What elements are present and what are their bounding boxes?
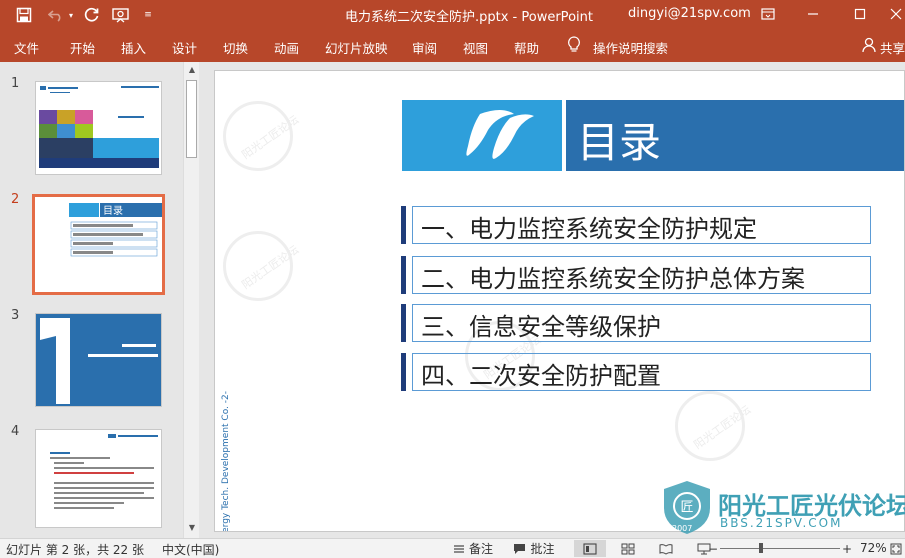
thumbnail-number: 1: [11, 76, 20, 91]
toc-bar: [401, 256, 406, 294]
company-logo-icon: [466, 110, 534, 159]
toc-text: 四、二次安全防护配置: [421, 362, 661, 390]
tab-review[interactable]: 审阅: [412, 38, 437, 57]
current-slide[interactable]: 阳光工匠论坛 阳光工匠论坛 阳光工匠论坛 阳光工匠论坛 目录 一、电力监控系统安…: [214, 70, 905, 532]
toc-bar: [401, 353, 406, 391]
tab-help[interactable]: 帮助: [514, 38, 539, 57]
share-button[interactable]: 共享: [880, 38, 905, 57]
tell-me-search[interactable]: 操作说明搜索: [593, 38, 668, 57]
toc-text: 二、电力监控系统安全防护总体方案: [421, 265, 805, 293]
lightbulb-icon: [567, 36, 581, 57]
tab-file[interactable]: 文件: [14, 38, 39, 57]
save-icon[interactable]: [14, 5, 34, 25]
thumbnail-number: 3: [11, 308, 20, 323]
customize-icon[interactable]: ≡: [142, 5, 154, 25]
notes-button[interactable]: 备注: [450, 540, 496, 557]
scroll-up-icon[interactable]: ▲: [186, 64, 198, 76]
toc-bar: [401, 304, 406, 342]
toc-text: 一、电力监控系统安全防护规定: [421, 215, 757, 243]
tab-view[interactable]: 视图: [463, 38, 488, 57]
slide-editor: 阳光工匠论坛 阳光工匠论坛 阳光工匠论坛 阳光工匠论坛 目录 一、电力监控系统安…: [202, 62, 905, 538]
tab-animations[interactable]: 动画: [274, 38, 299, 57]
status-bar: 幻灯片 第 2 张，共 22 张 中文(中国) 备注 批注 − + 72%: [0, 538, 905, 558]
comment-icon: [514, 543, 526, 554]
minimize-button[interactable]: [802, 4, 824, 24]
undo-dropdown-icon[interactable]: ▾: [66, 5, 76, 25]
normal-view-icon: [583, 542, 597, 555]
slide-sorter-button[interactable]: [614, 540, 642, 557]
toc-text: 三、信息安全等级保护: [421, 313, 661, 341]
tab-home[interactable]: 开始: [70, 38, 95, 57]
toc-item[interactable]: 一、电力监控系统安全防护规定: [401, 206, 871, 244]
slide-title: 目录: [577, 118, 662, 167]
site-url: BBS.21SPV.COM: [720, 516, 843, 530]
close-button[interactable]: [885, 4, 905, 24]
slide-counter: 幻灯片 第 2 张，共 22 张: [6, 543, 144, 557]
toc-box: 三、信息安全等级保护: [412, 304, 871, 342]
ribbon-display-icon[interactable]: [757, 4, 779, 24]
svg-text:目录: 目录: [103, 205, 123, 217]
scrollbar-thumb[interactable]: [186, 80, 197, 158]
zoom-in-button[interactable]: +: [842, 540, 852, 557]
thumbnail-slide-2[interactable]: 目录: [32, 194, 165, 295]
thumbnail-slide-3[interactable]: [35, 313, 162, 407]
title-bar: ▾ ≡ 电力系统二次安全防护.pptx - PowerPoint dingyi@…: [0, 0, 905, 30]
comments-button[interactable]: 批注: [511, 540, 557, 557]
document-title: 电力系统二次安全防护.pptx - PowerPoint: [345, 10, 593, 25]
comments-label: 批注: [530, 542, 555, 556]
zoom-out-button[interactable]: −: [708, 540, 718, 557]
thumbnail-number: 4: [11, 424, 20, 439]
person-icon[interactable]: [862, 37, 876, 56]
slide-thumbnail-pane: 1 2 目录 3 4: [0, 62, 202, 538]
tab-design[interactable]: 设计: [172, 38, 197, 57]
user-account[interactable]: dingyi@21spv.com: [628, 6, 751, 21]
tab-slideshow[interactable]: 幻灯片放映: [325, 38, 388, 57]
toc-box: 一、电力监控系统安全防护规定: [412, 206, 871, 244]
tab-insert[interactable]: 插入: [121, 38, 146, 57]
zoom-slider-knob[interactable]: [759, 543, 764, 553]
slide-sorter-icon: [621, 543, 635, 554]
reading-view-button[interactable]: [652, 540, 680, 557]
scroll-down-icon[interactable]: ▼: [186, 522, 198, 534]
normal-view-button[interactable]: [574, 540, 606, 557]
language-indicator[interactable]: 中文(中国): [162, 541, 219, 558]
toc-item[interactable]: 四、二次安全防护配置: [401, 353, 871, 391]
thumbnail-scrollbar[interactable]: ▲ ▼: [183, 62, 199, 538]
fit-window-icon: [890, 543, 902, 554]
badge-year: 2007: [672, 524, 693, 533]
toc-bar: [401, 206, 406, 244]
toc-item[interactable]: 二、电力监控系统安全防护总体方案: [401, 256, 871, 294]
thumbnail-number-active: 2: [11, 192, 20, 207]
toc-box: 二、电力监控系统安全防护总体方案: [412, 256, 871, 294]
thumbnail-slide-4[interactable]: [35, 429, 162, 528]
ribbon-tabs: 文件 开始 插入 设计 切换 动画 幻灯片放映 审阅 视图 帮助 操作说明搜索 …: [0, 30, 905, 62]
present-icon[interactable]: [110, 5, 132, 25]
maximize-button[interactable]: [849, 4, 871, 24]
tab-transitions[interactable]: 切换: [223, 38, 248, 57]
thumbnail-slide-1[interactable]: [35, 81, 162, 175]
fit-to-window-button[interactable]: [889, 540, 903, 557]
header-logo-block: [402, 100, 562, 171]
notes-label: 备注: [468, 542, 493, 556]
toc-item[interactable]: 三、信息安全等级保护: [401, 304, 871, 342]
zoom-slider[interactable]: [720, 548, 840, 549]
site-watermark-logo: 匠 2007 阳光工匠光伏论坛 BBS.21SPV.COM: [656, 478, 905, 538]
redo-icon[interactable]: [82, 5, 102, 25]
svg-text:匠: 匠: [680, 500, 693, 515]
zoom-level[interactable]: 72%: [860, 541, 887, 555]
undo-icon[interactable]: [46, 5, 66, 25]
notes-icon: [453, 544, 464, 553]
vertical-footer-text: w Energy Tech. Development Co. -2-: [221, 391, 231, 532]
reading-view-icon: [659, 543, 673, 555]
toc-box: 四、二次安全防护配置: [412, 353, 871, 391]
